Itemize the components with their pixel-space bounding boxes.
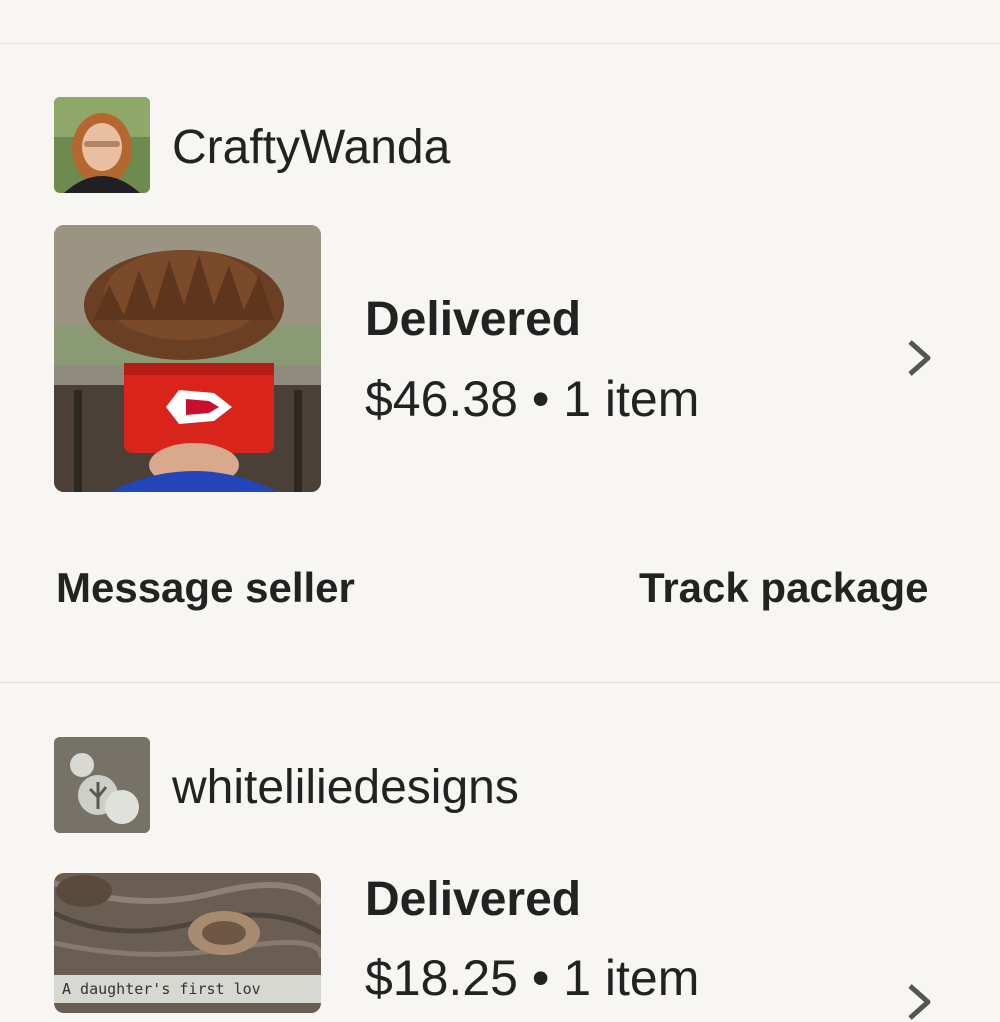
product-stamped-text: A daughter's first lov [62, 980, 261, 998]
chevron-right-icon[interactable] [898, 338, 938, 378]
order-status: Delivered [365, 873, 582, 926]
shop-avatar-whiteliliedesigns[interactable] [54, 737, 150, 833]
shop-avatar-craftywanda[interactable] [54, 97, 150, 193]
shop-name[interactable]: whiteliliedesigns [172, 764, 519, 812]
chevron-right-icon[interactable] [898, 982, 938, 1022]
message-seller-button[interactable]: Message seller [56, 567, 355, 609]
product-image[interactable]: A daughter's first lov [54, 873, 321, 1013]
shop-name[interactable]: CraftyWanda [172, 124, 450, 172]
top-divider [0, 43, 1000, 44]
order-divider [0, 682, 1000, 683]
order-status: Delivered [365, 293, 582, 346]
order-summary: $18.25 • 1 item [365, 950, 700, 1006]
track-package-button[interactable]: Track package [639, 567, 929, 609]
product-image[interactable] [54, 225, 321, 492]
order-summary: $46.38 • 1 item [365, 371, 700, 427]
